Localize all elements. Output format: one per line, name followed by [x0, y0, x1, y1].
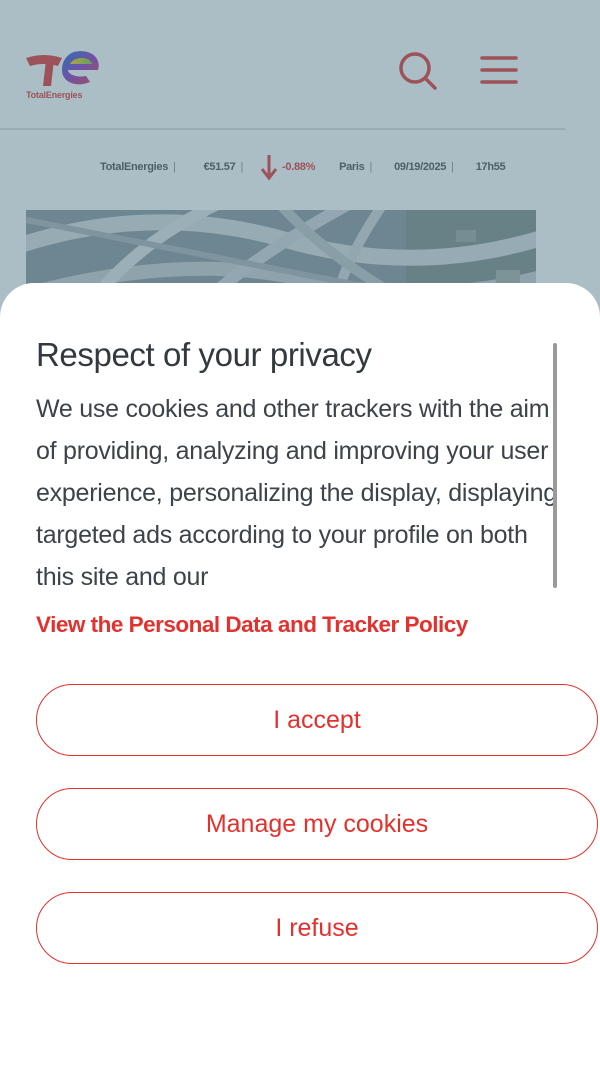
- manage-cookies-button[interactable]: Manage my cookies: [36, 788, 598, 860]
- page-background: TotalEnergies TotalEnergies | €51.57 | -…: [0, 0, 600, 1065]
- consent-title: Respect of your privacy: [36, 336, 372, 373]
- accept-cookies-button[interactable]: I accept: [36, 684, 598, 756]
- consent-text-scroll-area[interactable]: We use cookies and other trackers with t…: [36, 388, 566, 588]
- consent-scrollbar[interactable]: [553, 343, 557, 588]
- refuse-cookies-button[interactable]: I refuse: [36, 892, 598, 964]
- consent-body-text: We use cookies and other trackers with t…: [36, 395, 557, 588]
- personal-data-policy-link[interactable]: View the Personal Data and Tracker Polic…: [36, 612, 468, 638]
